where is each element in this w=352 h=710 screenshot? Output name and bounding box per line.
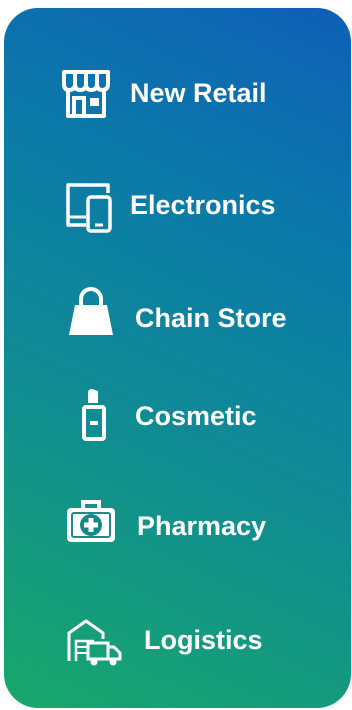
menu-item-pharmacy[interactable]: Pharmacy	[4, 486, 351, 586]
menu-item-new-retail[interactable]: New Retail	[4, 8, 351, 118]
menu-item-cosmetic[interactable]: Cosmetic	[4, 373, 351, 473]
shopping-bag-icon	[63, 283, 119, 339]
warehouse-truck-icon	[66, 617, 122, 667]
industry-menu-panel: New Retail Electronics Chain Store Cosme…	[4, 8, 351, 708]
menu-item-label: Logistics	[144, 625, 263, 655]
menu-item-electronics[interactable]: Electronics	[4, 163, 351, 263]
first-aid-kit-icon	[64, 496, 118, 546]
lipstick-icon	[82, 387, 106, 441]
menu-item-label: Chain Store	[135, 303, 287, 333]
storefront-icon	[60, 68, 112, 120]
devices-icon	[64, 181, 114, 235]
menu-item-label: Electronics	[130, 190, 276, 220]
menu-item-label: Pharmacy	[137, 511, 267, 541]
menu-item-label: New Retail	[130, 78, 267, 108]
menu-item-logistics[interactable]: Logistics	[4, 603, 351, 703]
menu-item-label: Cosmetic	[135, 401, 257, 431]
menu-item-chain-store[interactable]: Chain Store	[4, 271, 351, 371]
